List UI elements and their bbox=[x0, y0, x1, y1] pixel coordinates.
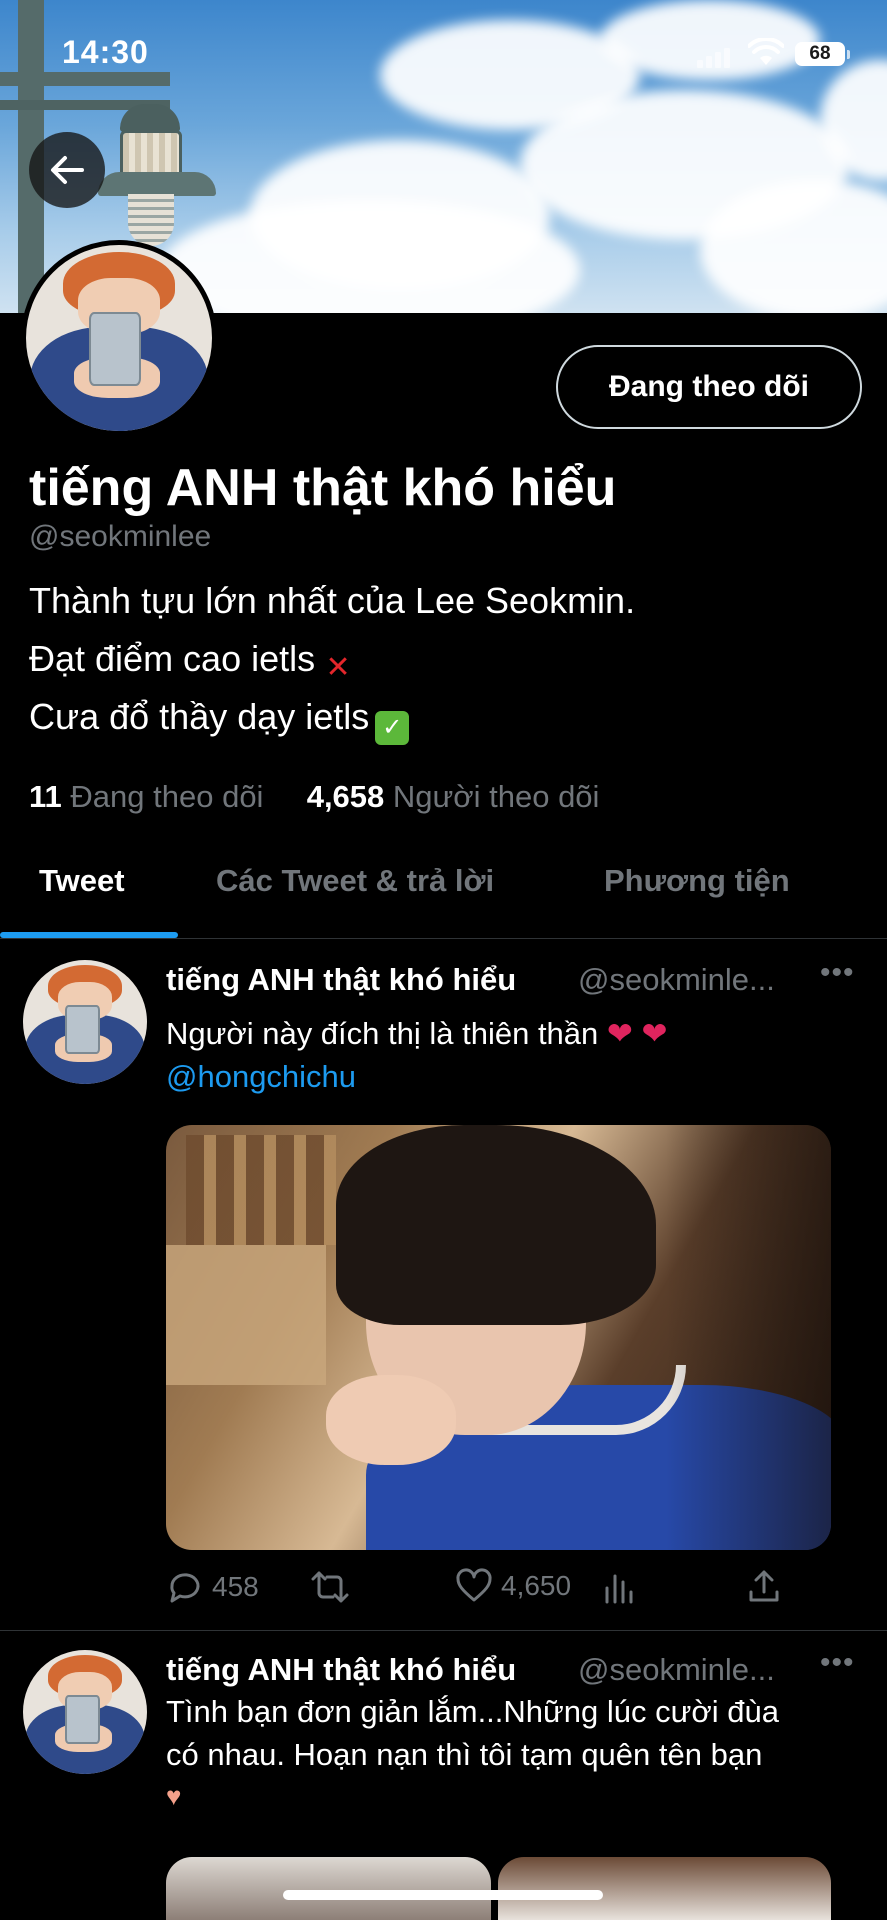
tweet-text: Tình bạn đơn giản lắm...Những lúc cười đ… bbox=[166, 1690, 866, 1816]
bio-line: Thành tựu lớn nhất của Lee Seokmin. bbox=[29, 580, 636, 621]
tweet-actions: 458 4,650 bbox=[166, 1568, 806, 1608]
profile-avatar[interactable] bbox=[21, 240, 217, 436]
like-button[interactable]: 4,650 bbox=[455, 1568, 571, 1604]
back-arrow-icon bbox=[51, 156, 84, 184]
home-indicator[interactable] bbox=[283, 1890, 603, 1900]
tweet-image[interactable] bbox=[498, 1857, 831, 1920]
following-link[interactable]: 11 Đang theo dõi bbox=[29, 779, 263, 814]
follow-stats: 11 Đang theo dõi 4,658 Người theo dõi bbox=[29, 779, 599, 815]
tweet-author-name[interactable]: tiếng ANH thật khó hiểu bbox=[166, 1652, 516, 1688]
tweet-author-name[interactable]: tiếng ANH thật khó hiểu bbox=[166, 962, 516, 998]
signal-icon bbox=[697, 48, 730, 68]
bio-line: Đạt điểm cao ietls ✕ bbox=[29, 630, 635, 688]
heart-emoji-icon: ❤ bbox=[606, 1016, 633, 1051]
like-count: 4,650 bbox=[501, 1570, 572, 1601]
heart-hands-emoji-icon: ♥ bbox=[166, 1781, 182, 1811]
more-icon[interactable]: ••• bbox=[820, 956, 855, 990]
tweet-image[interactable] bbox=[166, 1125, 831, 1550]
share-button[interactable] bbox=[746, 1568, 782, 1604]
tab-media[interactable]: Phương tiện bbox=[604, 850, 790, 942]
profile-bio: Thành tựu lớn nhất của Lee Seokmin. Đạt … bbox=[29, 572, 635, 746]
bio-line: Cưa đổ thầy dạy ietls ✓ bbox=[29, 688, 635, 746]
back-button[interactable] bbox=[29, 132, 105, 208]
tweet-avatar[interactable] bbox=[23, 960, 147, 1084]
tweet-author-handle[interactable]: @seokminle... bbox=[578, 962, 775, 998]
profile-handle: @seokminlee bbox=[29, 520, 212, 553]
battery-indicator: 68 bbox=[795, 42, 845, 66]
reply-count: 458 bbox=[212, 1571, 259, 1602]
share-icon bbox=[749, 1570, 779, 1602]
more-icon[interactable]: ••• bbox=[820, 1646, 855, 1680]
reply-icon bbox=[170, 1573, 200, 1603]
status-time: 14:30 bbox=[62, 34, 149, 70]
heart-emoji-icon: ❤ bbox=[641, 1016, 668, 1051]
tab-tweets[interactable]: Tweet bbox=[39, 850, 125, 942]
tweet-mention-link[interactable]: @hongchichu bbox=[166, 1059, 356, 1094]
cross-mark-icon: ✕ bbox=[325, 651, 351, 684]
check-mark-icon: ✓ bbox=[375, 711, 410, 745]
tweet-author-handle[interactable]: @seokminle... bbox=[578, 1652, 775, 1688]
reply-button[interactable]: 458 bbox=[166, 1568, 259, 1606]
profile-tabs: Tweet Các Tweet & trả lời Phương tiện bbox=[0, 850, 887, 942]
tweet-image[interactable] bbox=[166, 1857, 491, 1920]
retweet-icon bbox=[311, 1571, 349, 1603]
wifi-icon bbox=[748, 38, 784, 65]
tweet-avatar[interactable] bbox=[23, 1650, 147, 1774]
tab-tweets-replies[interactable]: Các Tweet & trả lời bbox=[216, 850, 494, 942]
profile-display-name: tiếng ANH thật khó hiểu bbox=[29, 459, 617, 517]
views-button[interactable] bbox=[602, 1568, 636, 1604]
following-button[interactable]: Đang theo dõi bbox=[556, 345, 862, 429]
tab-overflow[interactable] bbox=[880, 850, 887, 942]
views-icon bbox=[605, 1574, 633, 1604]
retweet-button[interactable] bbox=[309, 1568, 351, 1606]
followers-link[interactable]: 4,658 Người theo dõi bbox=[307, 779, 600, 814]
like-icon bbox=[456, 1568, 492, 1602]
tweet-text: Người này đích thị là thiên thần ❤ ❤ @ho… bbox=[166, 1016, 668, 1094]
